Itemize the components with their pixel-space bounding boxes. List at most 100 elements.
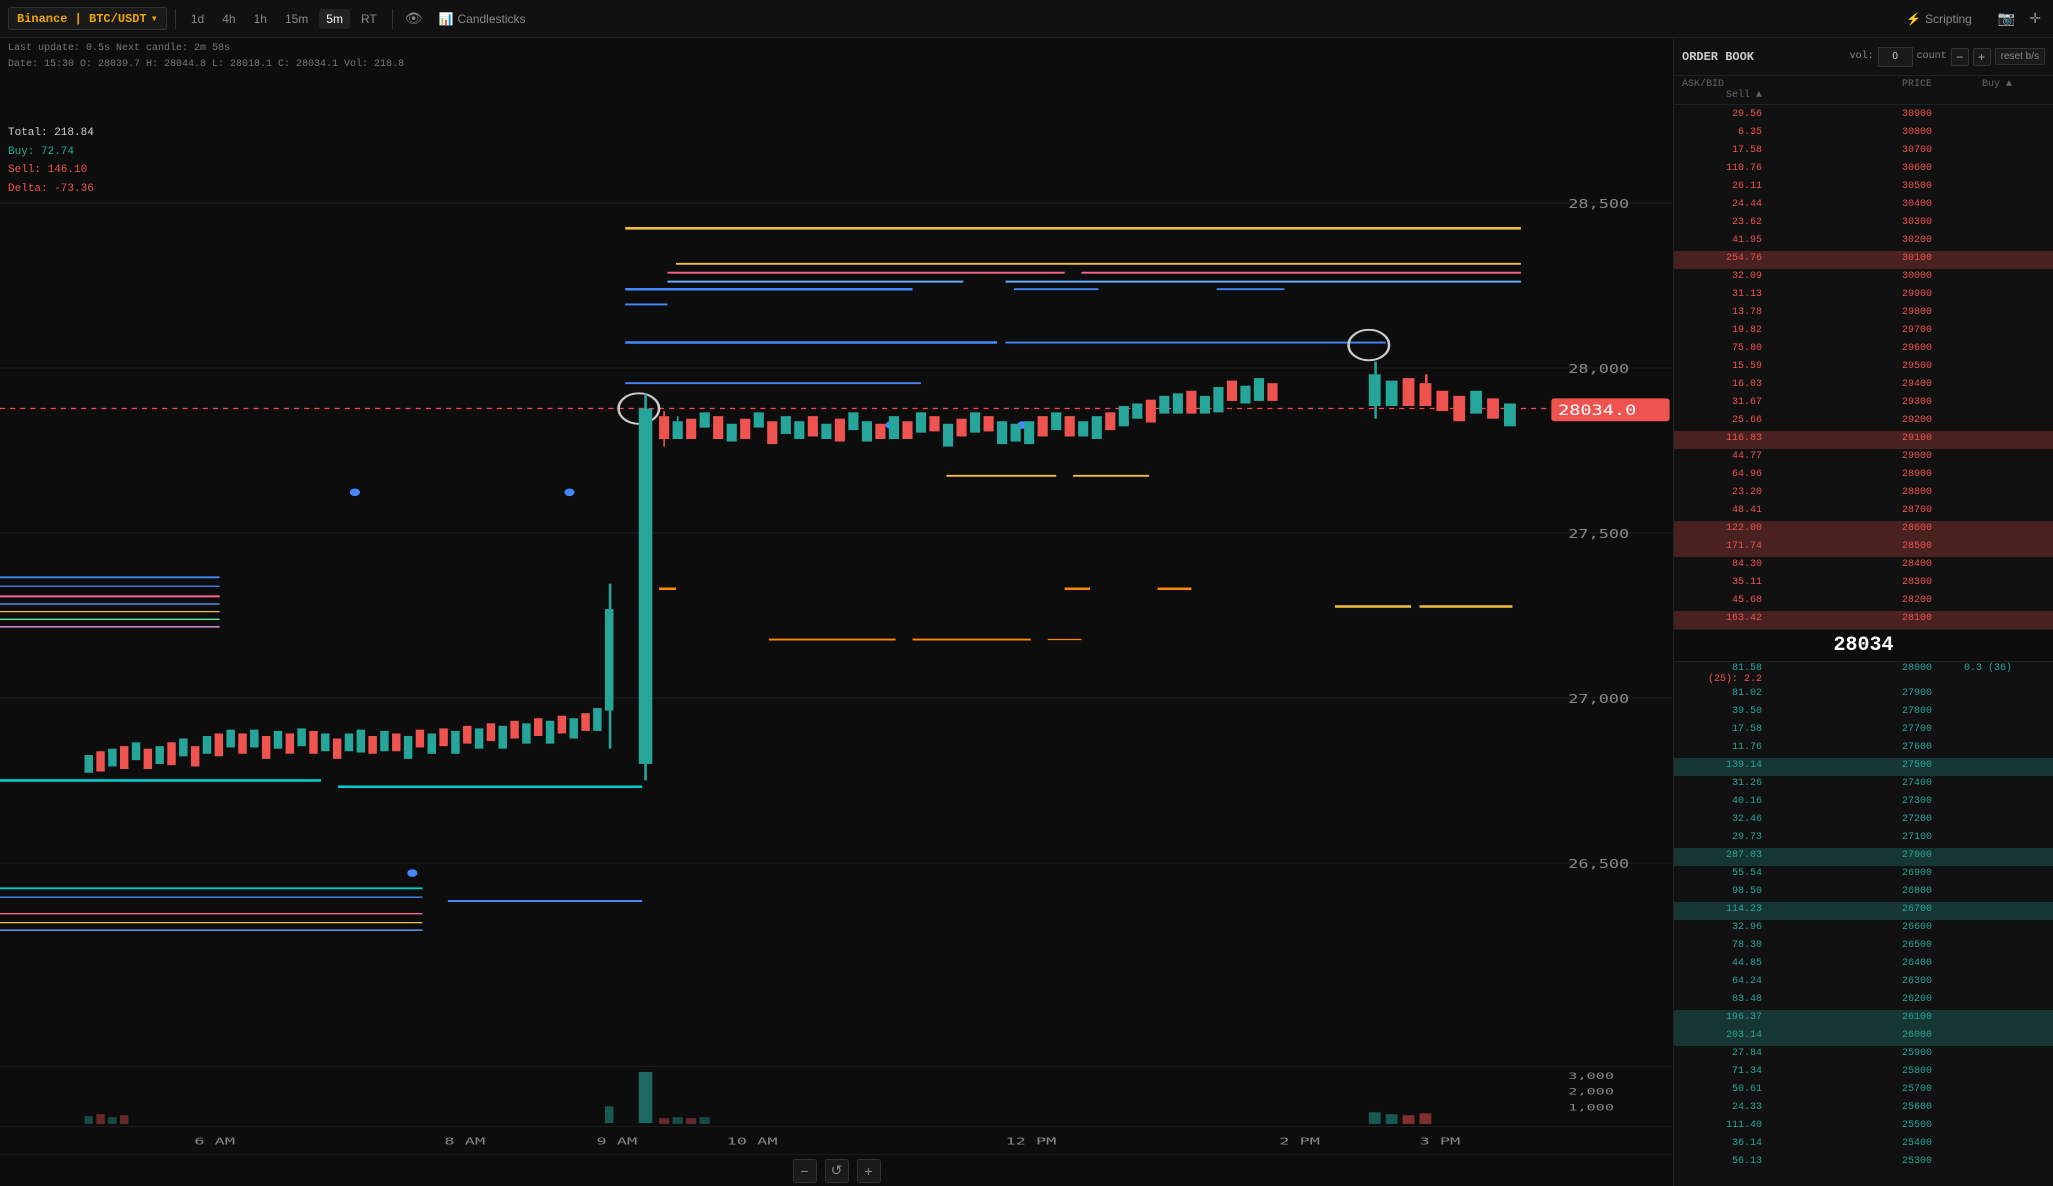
volume-area: 3,000 2,000 1,000 xyxy=(0,1066,1673,1126)
ob-ask-row[interactable]: 31.1329900 xyxy=(1674,287,2053,305)
bid-size: 32.46 xyxy=(1682,814,1762,825)
ob-ask-row[interactable]: 19.8229700 xyxy=(1674,323,2053,341)
bid-price: 27300 xyxy=(1852,796,1932,807)
ask-price: 28500 xyxy=(1852,541,1932,552)
ob-ask-row[interactable]: 48.4128700 xyxy=(1674,503,2053,521)
ob-bid-row[interactable]: 56.1325300 xyxy=(1674,1154,2053,1172)
ob-ask-row[interactable]: 23.2028800 xyxy=(1674,485,2053,503)
ob-minus-btn[interactable]: − xyxy=(1951,48,1969,66)
ob-ask-row[interactable]: 32.0930000 xyxy=(1674,269,2053,287)
ob-bid-row[interactable]: 139.1427500 xyxy=(1674,758,2053,776)
ob-ask-row[interactable]: 23.6230300 xyxy=(1674,215,2053,233)
ob-ask-row[interactable]: 13.7829800 xyxy=(1674,305,2053,323)
info-line1: Last update: 0.5s Next candle: 2m 58s xyxy=(8,41,1665,57)
zoom-in-btn[interactable]: + xyxy=(857,1159,881,1183)
ob-ask-row[interactable]: 16.0329400 xyxy=(1674,377,2053,395)
ob-bid-row[interactable]: 32.9626600 xyxy=(1674,920,2053,938)
ask-price: 30000 xyxy=(1852,271,1932,282)
ob-plus-btn[interactable]: + xyxy=(1973,48,1991,66)
ob-vol-input[interactable] xyxy=(1878,47,1913,67)
scripting-btn[interactable]: ⚡ Scripting xyxy=(1896,9,1982,29)
chart-info-bar: Last update: 0.5s Next candle: 2m 58s Da… xyxy=(0,38,1673,76)
ob-ask-row[interactable]: 26.1130500 xyxy=(1674,179,2053,197)
tf-5m[interactable]: 5m xyxy=(319,9,350,29)
ob-bid-row[interactable]: 71.3425800 xyxy=(1674,1064,2053,1082)
ob-bid-row[interactable]: 81.0227900 xyxy=(1674,686,2053,704)
ob-bid-row[interactable]: 29.7327100 xyxy=(1674,830,2053,848)
ob-bid-row[interactable]: 196.3726100 xyxy=(1674,1010,2053,1028)
symbol-badge[interactable]: Binance | BTC/USDT ▾ xyxy=(8,7,167,30)
chart-canvas[interactable]: Total: 218.84 Buy: 72.74 Sell: 146.10 De… xyxy=(0,76,1673,1066)
ob-bid-row[interactable]: 44.8526400 xyxy=(1674,956,2053,974)
ob-ask-row[interactable]: 45.6828200 xyxy=(1674,593,2053,611)
ob-bid-row[interactable]: 203.1426000 xyxy=(1674,1028,2053,1046)
ob-bid-row[interactable]: 24.3325600 xyxy=(1674,1100,2053,1118)
ob-bid-row[interactable]: 55.5426900 xyxy=(1674,866,2053,884)
tf-4h[interactable]: 4h xyxy=(215,9,242,29)
ob-bid-row[interactable]: 287.0327000 xyxy=(1674,848,2053,866)
ob-reset-btn[interactable]: reset b/s xyxy=(1995,48,2045,65)
ob-ask-row[interactable]: 110.7630600 xyxy=(1674,161,2053,179)
bid-size: 196.37 xyxy=(1682,1012,1762,1023)
ob-bid-row[interactable]: 50.6125700 xyxy=(1674,1082,2053,1100)
reset-btn[interactable]: ↺ xyxy=(825,1159,849,1183)
ob-bid-row[interactable]: 17.5827700 xyxy=(1674,722,2053,740)
tf-15m[interactable]: 15m xyxy=(278,9,315,29)
ob-ask-row[interactable]: 116.8329100 xyxy=(1674,431,2053,449)
ob-ask-row[interactable]: 41.9530200 xyxy=(1674,233,2053,251)
ob-bid-row[interactable]: 78.3026500 xyxy=(1674,938,2053,956)
crosshair-btn[interactable]: ✛ xyxy=(2025,8,2045,29)
eye-icon-btn[interactable]: 👁 xyxy=(401,8,427,29)
ob-bid-row[interactable]: 81.58280000.3 (36)(25): 2.2 xyxy=(1674,662,2053,686)
ob-bid-row[interactable]: 32.4627200 xyxy=(1674,812,2053,830)
ob-bid-row[interactable]: 114.2326700 xyxy=(1674,902,2053,920)
ob-ask-row[interactable]: 44.7729000 xyxy=(1674,449,2053,467)
ob-ask-row[interactable]: 17.5830700 xyxy=(1674,143,2053,161)
ob-ask-row[interactable]: 84.3028400 xyxy=(1674,557,2053,575)
ob-bid-row[interactable]: 40.1627300 xyxy=(1674,794,2053,812)
ob-ask-row[interactable]: 254.7630100 xyxy=(1674,251,2053,269)
tf-1d[interactable]: 1d xyxy=(184,9,211,29)
ask-size: 29.56 xyxy=(1682,109,1762,120)
ob-bid-row[interactable]: 11.7627600 xyxy=(1674,740,2053,758)
chart-type-btn[interactable]: 📊 Candlesticks xyxy=(431,9,534,29)
svg-text:12 PM: 12 PM xyxy=(1005,1136,1056,1147)
ob-ask-row[interactable]: 64.9628900 xyxy=(1674,467,2053,485)
bid-size: 11.76 xyxy=(1682,742,1762,753)
ob-bid-row[interactable]: 64.2426300 xyxy=(1674,974,2053,992)
ob-bid-rows[interactable]: 81.58280000.3 (36)(25): 2.281.022790039.… xyxy=(1674,662,2053,1186)
ob-ask-row[interactable]: 171.7428500 xyxy=(1674,539,2053,557)
bid-price: 26500 xyxy=(1852,940,1932,951)
ob-ask-row[interactable]: 24.4430400 xyxy=(1674,197,2053,215)
ob-ask-row[interactable]: 29.5630900 xyxy=(1674,107,2053,125)
ob-rows[interactable]: 2.653100029.56309006.353080017.583070011… xyxy=(1674,105,2053,629)
zoom-out-btn[interactable]: − xyxy=(793,1159,817,1183)
svg-text:28,500: 28,500 xyxy=(1568,196,1629,211)
camera-btn[interactable]: 📷 xyxy=(1994,8,2019,29)
ob-bid-row[interactable]: 39.5027800 xyxy=(1674,704,2053,722)
ob-ask-row[interactable]: 122.0028600 xyxy=(1674,521,2053,539)
tf-1h[interactable]: 1h xyxy=(247,9,274,29)
bid-size: 139.14 xyxy=(1682,760,1762,771)
ob-ask-row[interactable]: 35.1128300 xyxy=(1674,575,2053,593)
ob-bid-row[interactable]: 111.4025500 xyxy=(1674,1118,2053,1136)
ob-bid-row[interactable]: 83.4826200 xyxy=(1674,992,2053,1010)
ob-bid-row[interactable]: 98.5026800 xyxy=(1674,884,2053,902)
ob-ask-row[interactable]: 25.6629200 xyxy=(1674,413,2053,431)
col-price: PRICE xyxy=(1852,79,1932,90)
tf-rt[interactable]: RT xyxy=(354,9,384,29)
ob-bid-row[interactable]: 36.1425400 xyxy=(1674,1136,2053,1154)
ask-price: 28900 xyxy=(1852,469,1932,480)
ob-bid-row[interactable]: 31.2627400 xyxy=(1674,776,2053,794)
bottom-toolbar: − ↺ + xyxy=(0,1154,1673,1186)
ob-ask-row[interactable]: 31.6729300 xyxy=(1674,395,2053,413)
bid-size: 83.48 xyxy=(1682,994,1762,1005)
ob-ask-row[interactable]: 163.4228100 xyxy=(1674,611,2053,629)
ask-price: 29500 xyxy=(1852,361,1932,372)
ob-ask-row[interactable]: 6.3530800 xyxy=(1674,125,2053,143)
ob-ask-row[interactable]: 15.5929500 xyxy=(1674,359,2053,377)
bid-size: 287.03 xyxy=(1682,850,1762,861)
stat-buy: Buy: 72.74 xyxy=(8,143,94,162)
ob-ask-row[interactable]: 75.8029600 xyxy=(1674,341,2053,359)
ob-bid-row[interactable]: 27.8425900 xyxy=(1674,1046,2053,1064)
